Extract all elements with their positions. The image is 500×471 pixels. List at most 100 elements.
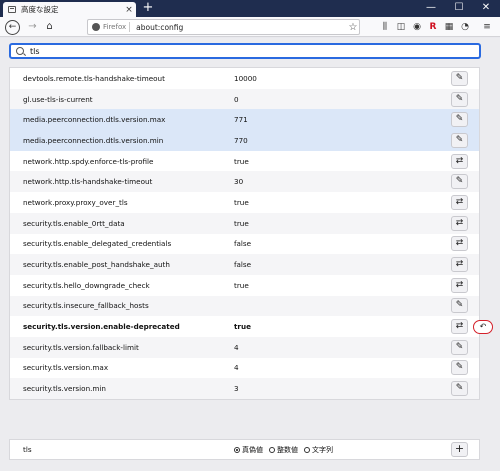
- pref-name: security.tls.version.min: [23, 384, 106, 394]
- radio-icon: [269, 446, 275, 453]
- pref-value: 3: [234, 384, 239, 394]
- edit-pencil-icon[interactable]: ✎: [451, 339, 468, 355]
- pref-row[interactable]: security.tls.enable_0rtt_data true ⇄: [10, 212, 479, 234]
- about-config-page: tls devtools.remote.tls-handshake-timeou…: [0, 38, 500, 471]
- search-value: tls: [30, 46, 40, 56]
- add-pref-row: tls 真偽値 整数値 文字列 +: [9, 439, 480, 460]
- tab-favicon-icon: [8, 6, 16, 13]
- edit-pencil-icon[interactable]: ✎: [451, 70, 468, 86]
- firefox-logo-icon: [92, 23, 100, 31]
- nav-toolbar: ← → ⌂ Firefox about:config ☆ ⫼ ◫ ◉ R ▦ ◔…: [0, 17, 500, 37]
- pref-name: security.tls.version.max: [23, 363, 109, 373]
- sidebar-icon[interactable]: ◫: [395, 21, 407, 33]
- pref-name: devtools.remote.tls-handshake-timeout: [23, 73, 165, 83]
- toggle-icon[interactable]: ⇄: [451, 215, 468, 231]
- pref-value: 4: [234, 342, 239, 352]
- pref-name: security.tls.hello_downgrade_check: [23, 280, 150, 290]
- new-tab-button[interactable]: +: [141, 1, 155, 16]
- toggle-icon[interactable]: ⇄: [451, 153, 468, 169]
- edit-pencil-icon[interactable]: ✎: [451, 174, 468, 190]
- pref-row[interactable]: network.http.spdy.enforce-tls-profile tru…: [10, 151, 479, 172]
- pref-value: 771: [234, 115, 248, 125]
- radio-boolean[interactable]: 真偽値: [234, 445, 263, 455]
- prefs-table: devtools.remote.tls-handshake-timeout 100…: [9, 67, 493, 400]
- extension-r-icon[interactable]: R: [427, 21, 439, 33]
- tab-title: 高度な設定: [21, 5, 59, 14]
- edit-pencil-icon[interactable]: ✎: [451, 91, 468, 107]
- pref-row[interactable]: media.peerconnection.dtls.version.min 770…: [10, 130, 479, 151]
- pref-row[interactable]: network.http.tls-handshake-timeout 30 ✎: [10, 171, 479, 193]
- radio-selected-icon: [234, 446, 240, 453]
- pref-name: security.tls.version.enable-deprecated: [23, 322, 180, 332]
- pref-name: network.http.tls-handshake-timeout: [23, 177, 153, 187]
- pref-name: media.peerconnection.dtls.version.max: [23, 115, 166, 125]
- pref-row[interactable]: security.tls.version.min 3 ✎: [10, 378, 479, 399]
- toggle-icon[interactable]: ⇄: [451, 319, 468, 335]
- pref-row[interactable]: gl.use-tls-is-current 0 ✎: [10, 88, 479, 110]
- pref-value: true: [234, 280, 249, 290]
- pref-name: security.tls.enable_post_handshake_auth: [23, 260, 170, 270]
- pref-name: security.tls.enable_delegated_credential…: [23, 239, 172, 249]
- edit-pencil-icon[interactable]: ✎: [451, 381, 468, 397]
- pref-row[interactable]: security.tls.version.fallback-limit 4 ✎: [10, 336, 479, 358]
- pref-row[interactable]: security.tls.enable_delegated_credential…: [10, 234, 479, 255]
- pref-value: true: [234, 197, 249, 207]
- edit-pencil-icon[interactable]: ✎: [451, 112, 468, 128]
- maximize-button[interactable]: ☐: [445, 0, 473, 17]
- pref-row[interactable]: security.tls.version.enable-deprecated tr…: [10, 316, 493, 337]
- account-icon[interactable]: ◉: [411, 21, 423, 33]
- pref-value: true: [234, 322, 251, 332]
- pref-value: true: [234, 156, 249, 166]
- pref-value: 4: [234, 363, 239, 373]
- edit-pencil-icon[interactable]: ✎: [451, 298, 468, 314]
- pref-name: security.tls.insecure_fallback_hosts: [23, 301, 149, 311]
- toggle-icon[interactable]: ⇄: [451, 257, 468, 273]
- type-radio-group: 真偽値 整数値 文字列: [234, 445, 339, 455]
- new-pref-name: tls: [23, 445, 32, 454]
- tab-close-icon[interactable]: ×: [122, 5, 136, 15]
- close-window-button[interactable]: ✕: [472, 0, 500, 17]
- pref-row[interactable]: network.proxy.proxy_over_tls true ⇄: [10, 192, 479, 213]
- url-separator: [129, 22, 131, 32]
- radio-string-label: 文字列: [312, 445, 333, 454]
- pref-row[interactable]: devtools.remote.tls-handshake-timeout 100…: [10, 68, 479, 89]
- pref-value: false: [234, 260, 252, 270]
- radio-icon: [304, 446, 310, 453]
- add-pref-button[interactable]: +: [451, 442, 468, 457]
- pref-row[interactable]: media.peerconnection.dtls.version.max 771…: [10, 109, 479, 131]
- extension-gauge-icon[interactable]: ◔: [459, 21, 471, 33]
- pref-row[interactable]: security.tls.version.max 4 ✎: [10, 358, 479, 379]
- reset-icon[interactable]: ↶: [473, 319, 493, 334]
- edit-pencil-icon[interactable]: ✎: [451, 132, 468, 148]
- library-icon[interactable]: ⫼: [379, 21, 391, 33]
- radio-number-label: 整数値: [277, 445, 298, 454]
- toggle-icon[interactable]: ⇄: [451, 277, 468, 293]
- bookmark-star-icon[interactable]: ☆: [347, 22, 359, 33]
- search-icon: [16, 47, 24, 55]
- back-button[interactable]: ←: [5, 20, 20, 35]
- forward-button[interactable]: →: [25, 20, 40, 35]
- toggle-icon[interactable]: ⇄: [451, 236, 468, 252]
- home-button[interactable]: ⌂: [42, 20, 57, 35]
- pref-row[interactable]: security.tls.hello_downgrade_check true ⇄: [10, 275, 479, 296]
- pref-value: true: [234, 218, 249, 228]
- extension-grid-icon[interactable]: ▦: [443, 21, 455, 33]
- pref-name: security.tls.enable_0rtt_data: [23, 218, 125, 228]
- radio-string[interactable]: 文字列: [304, 445, 333, 455]
- pref-search-input[interactable]: tls: [9, 43, 481, 59]
- pref-name: security.tls.version.fallback-limit: [23, 342, 139, 352]
- tab-advanced-settings[interactable]: 高度な設定 ×: [3, 2, 136, 17]
- menu-icon[interactable]: ≡: [481, 21, 493, 33]
- url-identity-label: Firefox: [103, 23, 127, 31]
- pref-name: media.peerconnection.dtls.version.min: [23, 135, 164, 145]
- pref-row[interactable]: security.tls.insecure_fallback_hosts ✎: [10, 295, 479, 317]
- url-text[interactable]: about:config: [136, 23, 347, 32]
- toggle-icon[interactable]: ⇄: [451, 194, 468, 210]
- pref-name: network.proxy.proxy_over_tls: [23, 197, 128, 207]
- pref-value: 10000: [234, 73, 257, 83]
- radio-number[interactable]: 整数値: [269, 445, 298, 455]
- edit-pencil-icon[interactable]: ✎: [451, 360, 468, 376]
- url-bar[interactable]: Firefox about:config ☆: [87, 19, 360, 35]
- minimize-button[interactable]: —: [417, 0, 445, 17]
- pref-row[interactable]: security.tls.enable_post_handshake_auth f…: [10, 254, 479, 275]
